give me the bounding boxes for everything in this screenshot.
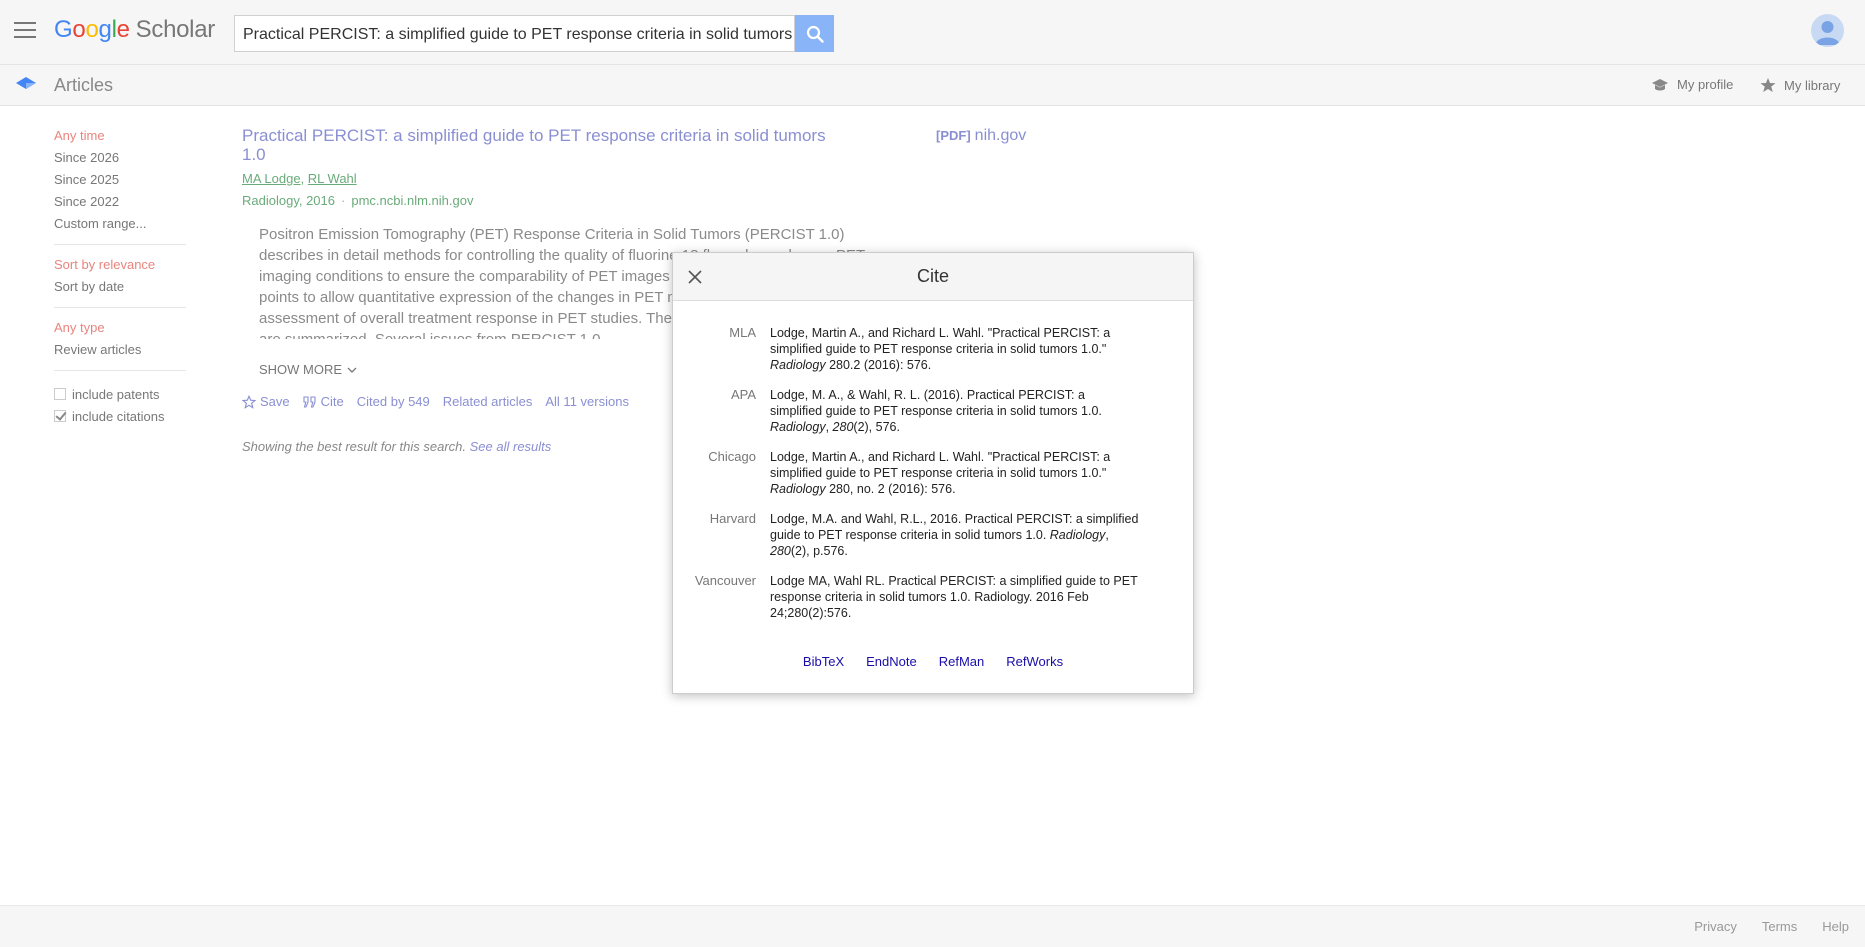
terms-link[interactable]: Terms [1762, 919, 1797, 934]
filter-since-2026[interactable]: Since 2026 [54, 150, 184, 172]
citation-text[interactable]: Lodge, M.A. and Wahl, R.L., 2016. Practi… [770, 511, 1140, 559]
help-link[interactable]: Help [1822, 919, 1849, 934]
author-link[interactable]: MA Lodge [242, 171, 301, 186]
filter-since-2025[interactable]: Since 2025 [54, 172, 184, 194]
my-profile-link[interactable]: My profile [1651, 77, 1733, 92]
sort-by-date[interactable]: Sort by date [54, 279, 184, 301]
save-button[interactable]: Save [242, 394, 290, 409]
export-refman-link[interactable]: RefMan [939, 654, 985, 669]
all-versions-link[interactable]: All 11 versions [545, 394, 629, 409]
filter-custom-range[interactable]: Custom range... [54, 216, 184, 238]
chevron-down-icon [347, 367, 357, 373]
author-link[interactable]: RL Wahl [308, 171, 357, 186]
profile-cap-icon [1652, 78, 1668, 90]
citation-row-apa: APA Lodge, M. A., & Wahl, R. L. (2016). … [693, 387, 1163, 435]
filter-review-articles[interactable]: Review articles [54, 342, 184, 364]
include-citations-checkbox[interactable]: include citations [54, 405, 184, 427]
export-refworks-link[interactable]: RefWorks [1006, 654, 1063, 669]
filter-any-time[interactable]: Any time [54, 128, 184, 150]
export-links: BibTeX EndNote RefMan RefWorks [673, 654, 1193, 669]
citation-text[interactable]: Lodge, M. A., & Wahl, R. L. (2016). Prac… [770, 387, 1140, 435]
filter-since-2022[interactable]: Since 2022 [54, 194, 184, 216]
quote-icon [303, 395, 316, 408]
citation-formats: MLA Lodge, Martin A., and Richard L. Wah… [693, 325, 1163, 635]
search-button[interactable] [795, 15, 834, 52]
star-icon [1760, 78, 1776, 92]
checkbox-icon [54, 388, 66, 400]
export-bibtex-link[interactable]: BibTeX [803, 654, 844, 669]
sort-by-relevance[interactable]: Sort by relevance [54, 257, 184, 279]
scholar-cap-icon [16, 77, 36, 89]
include-patents-checkbox[interactable]: include patents [54, 383, 184, 405]
divider [54, 244, 186, 245]
divider [54, 370, 186, 371]
export-endnote-link[interactable]: EndNote [866, 654, 917, 669]
pdf-link[interactable]: [PDF] nih.gov [936, 127, 1026, 145]
cite-dialog-header: Cite [673, 253, 1193, 301]
menu-icon[interactable] [14, 22, 36, 40]
cite-dialog: Cite MLA Lodge, Martin A., and Richard L… [672, 252, 1194, 694]
section-title: Articles [54, 75, 114, 95]
result-actions: Save Cite Cited by 549 Related articles … [242, 394, 629, 409]
cited-by-link[interactable]: Cited by 549 [357, 394, 430, 409]
citation-text[interactable]: Lodge, Martin A., and Richard L. Wahl. "… [770, 325, 1140, 373]
my-library-link[interactable]: My library [1760, 77, 1840, 93]
citation-row-chicago: Chicago Lodge, Martin A., and Richard L.… [693, 449, 1163, 497]
footer: Privacy Terms Help [0, 905, 1865, 947]
sub-header: Articles My profile My library [0, 65, 1865, 106]
filter-sidebar: Any time Since 2026 Since 2025 Since 202… [54, 128, 186, 427]
citation-row-vancouver: Vancouver Lodge MA, Wahl RL. Practical P… [693, 573, 1163, 621]
result-title-link[interactable]: Practical PERCIST: a simplified guide to… [242, 126, 842, 164]
result-authors: MA Lodge, RL Wahl [242, 171, 357, 186]
show-more-button[interactable]: SHOW MORE [259, 362, 357, 377]
footer-links: Privacy Terms Help [1694, 919, 1849, 934]
see-all-results-link[interactable]: See all results [470, 439, 552, 454]
search-input[interactable]: Practical PERCIST: a simplified guide to… [234, 15, 795, 52]
google-scholar-logo[interactable]: Google Scholar [54, 16, 215, 44]
cite-button[interactable]: Cite [303, 394, 344, 409]
citation-row-harvard: Harvard Lodge, M.A. and Wahl, R.L., 2016… [709, 511, 1140, 559]
cite-dialog-title: Cite [916, 266, 949, 286]
search-icon [806, 25, 824, 43]
checkbox-icon [54, 410, 66, 422]
top-bar: Google Scholar Practical PERCIST: a simpl… [0, 0, 1865, 65]
citation-text[interactable]: Lodge MA, Wahl RL. Practical PERCIST: a … [770, 573, 1140, 621]
divider [54, 307, 186, 308]
best-result-notice: Showing the best result for this search.… [242, 439, 552, 454]
result-source: Radiology, 2016 · pmc.ncbi.nlm.nih.gov [242, 193, 474, 208]
avatar-icon[interactable] [1811, 14, 1844, 47]
privacy-link[interactable]: Privacy [1694, 919, 1737, 934]
filter-any-type[interactable]: Any type [54, 320, 184, 342]
citation-row-mla: MLA Lodge, Martin A., and Richard L. Wah… [693, 325, 1163, 373]
star-icon [242, 394, 256, 409]
related-articles-link[interactable]: Related articles [443, 394, 533, 409]
citation-text[interactable]: Lodge, Martin A., and Richard L. Wahl. "… [770, 449, 1140, 497]
